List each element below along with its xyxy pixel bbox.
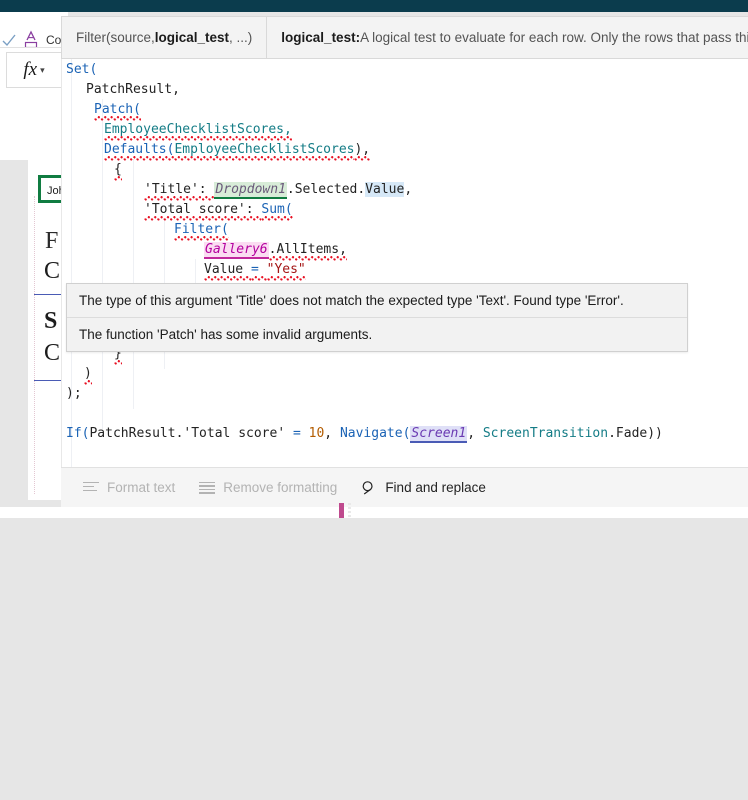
- token-close-paren-3: ): [84, 366, 92, 385]
- token-dropdown1-control-ref: Dropdown1: [214, 182, 287, 199]
- code-line-3: Patch(: [94, 100, 141, 120]
- code-line-5: Defaults(EmployeeChecklistScores),: [104, 140, 371, 161]
- code-line-10: Gallery6.AllItems,: [204, 240, 347, 260]
- error-message-invalid-args: The function 'Patch' has some invalid ar…: [67, 317, 687, 351]
- token-navigate: Navigate(: [339, 426, 411, 441]
- formula-code-area[interactable]: Set( PatchResult, Patch( EmployeeCheckli…: [62, 59, 748, 467]
- token-patchresult-ref: PatchResult.'Total score': [89, 426, 293, 441]
- token-if: If(: [66, 426, 90, 441]
- ribbon-truncated-label: Co: [46, 33, 62, 47]
- token-screentransition: ScreenTransition: [482, 426, 609, 441]
- format-text-button[interactable]: Format text: [73, 476, 185, 499]
- description-param-name: logical_test:: [281, 30, 361, 45]
- token-comma-2: ,: [467, 426, 483, 441]
- code-line-8: 'Total score': Sum(: [144, 200, 293, 220]
- token-sum: Sum(: [261, 202, 293, 221]
- token-gallery-prop: .AllItems,: [268, 242, 347, 261]
- token-filter: Filter(: [174, 222, 229, 241]
- code-line-15: ): [84, 364, 92, 384]
- code-line-2: PatchResult,: [86, 80, 180, 100]
- code-line-4: EmployeeChecklistScores,: [104, 120, 292, 140]
- intellisense-tooltip: Filter(source, logical_test, ...) logica…: [61, 16, 748, 59]
- format-text-label: Format text: [107, 480, 176, 495]
- token-defaults-arg: EmployeeChecklistScores: [174, 142, 355, 161]
- fx-property-selector-button[interactable]: fx ▾: [6, 52, 62, 88]
- formula-editor-panel[interactable]: Set( PatchResult, Patch( EmployeeCheckli…: [61, 59, 748, 467]
- signature-prefix: Filter(source,: [76, 30, 155, 45]
- find-and-replace-label: Find and replace: [385, 480, 486, 495]
- token-total-key: 'Total score':: [144, 202, 262, 221]
- canvas-resize-handle-dots: [348, 503, 351, 518]
- intellisense-description: logical_test: A logical test to evaluate…: [267, 16, 748, 59]
- formula-bar-row: fx ▾: [0, 47, 68, 94]
- description-body: A logical test to evaluate for each row.…: [360, 30, 748, 45]
- intellisense-signature: Filter(source, logical_test, ...): [61, 16, 268, 59]
- format-text-icon: [83, 481, 99, 494]
- token-ten: 10: [308, 426, 325, 441]
- app-header-bar: [0, 0, 748, 12]
- token-equals: =: [250, 262, 267, 281]
- token-set: Set(: [66, 62, 98, 77]
- remove-formatting-icon: [199, 481, 216, 494]
- token-fade: .Fade)): [608, 426, 663, 441]
- token-equals-2: =: [292, 426, 309, 441]
- signature-suffix: , ...): [229, 30, 253, 45]
- canvas-selection-marker: [339, 503, 344, 518]
- signature-active-param: logical_test: [154, 30, 230, 45]
- token-defaults: Defaults(: [104, 142, 175, 161]
- token-patchresult: PatchResult,: [86, 82, 180, 97]
- token-value-word: Value: [204, 262, 251, 281]
- code-line-7: 'Title': Dropdown1.Selected.Value,: [144, 180, 412, 200]
- token-open-brace: {: [114, 162, 122, 181]
- code-line-16: );: [66, 384, 82, 404]
- token-table-name: EmployeeChecklistScores,: [104, 122, 292, 141]
- formula-bar-left-fill: [0, 92, 68, 160]
- bottom-white-strip: [0, 507, 748, 518]
- remove-formatting-label: Remove formatting: [223, 480, 338, 495]
- token-defaults-close: ),: [354, 142, 371, 161]
- token-patch: Patch(: [94, 102, 141, 121]
- formula-bottom-toolbar: Format text Remove formatting Find and r…: [61, 467, 748, 507]
- error-message-type-mismatch: The type of this argument 'Title' does n…: [79, 293, 624, 308]
- token-title-comma: ,: [404, 182, 413, 197]
- token-yes-string: "Yes": [266, 262, 306, 281]
- formula-error-callout: The type of this argument 'Title' does n…: [66, 283, 688, 352]
- canvas-label-f: F: [45, 228, 59, 254]
- find-and-replace-button[interactable]: Find and replace: [351, 476, 496, 500]
- token-title-key: 'Title':: [144, 182, 215, 201]
- code-line-18: If(PatchResult.'Total score' = 10, Navig…: [66, 424, 663, 444]
- code-line-11: Value = "Yes": [204, 260, 306, 280]
- canvas-label-s: S: [44, 308, 58, 334]
- token-dropdown-prop: .Selected.: [286, 182, 366, 197]
- token-semicolon: );: [66, 386, 82, 401]
- canvas-label-c1: C: [44, 258, 61, 284]
- remove-formatting-button[interactable]: Remove formatting: [189, 476, 347, 499]
- code-line-6: {: [114, 160, 122, 180]
- chevron-down-icon: ▾: [40, 64, 45, 75]
- code-line-9: Filter(: [174, 220, 229, 240]
- checkmark-icon[interactable]: [2, 34, 16, 48]
- token-comma-1: ,: [324, 426, 340, 441]
- canvas-label-c2: C: [44, 340, 61, 366]
- token-dropdown-value: Value: [365, 182, 405, 197]
- code-line-1: Set(: [66, 60, 97, 80]
- token-gallery6-control-ref: Gallery6: [204, 242, 269, 259]
- search-icon: [361, 480, 377, 496]
- token-screen1-control-ref: Screen1: [410, 426, 468, 443]
- fx-label: fx: [23, 59, 38, 80]
- ribbon-toolbar-strip: Co: [0, 12, 68, 49]
